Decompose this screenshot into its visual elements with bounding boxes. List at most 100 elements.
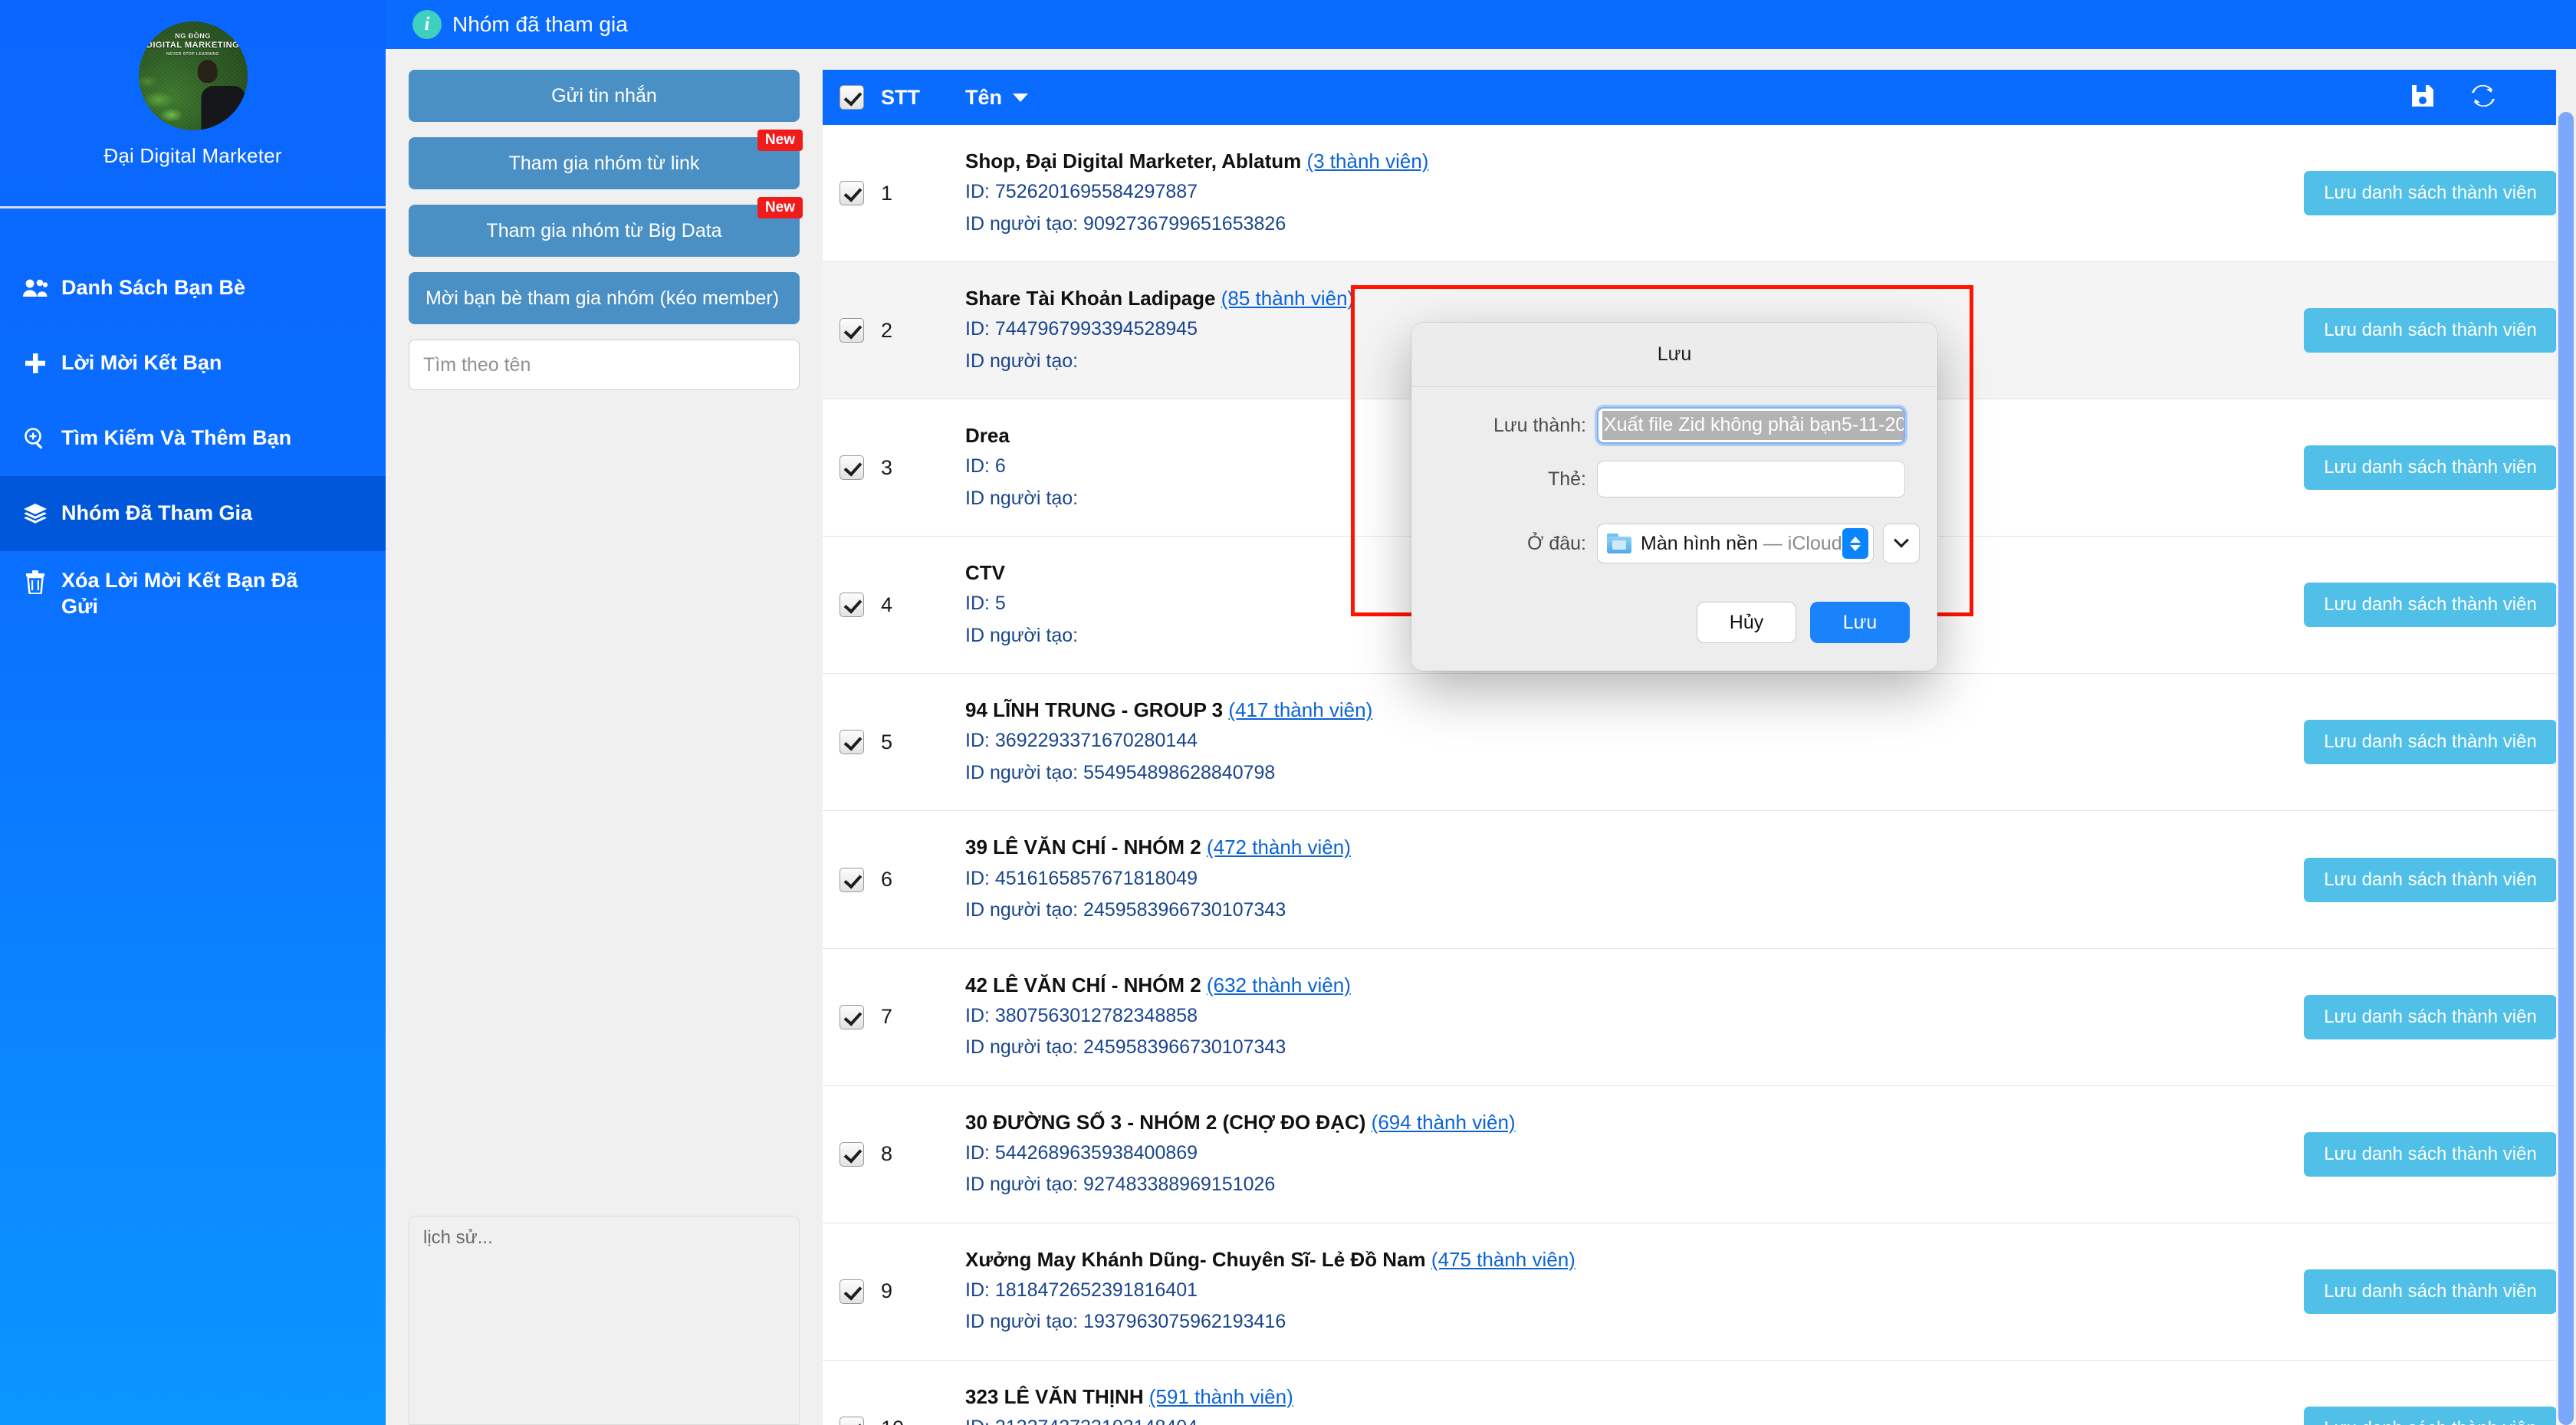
- table-body[interactable]: 1 Shop, Đại Digital Marketer, Ablatum (3…: [823, 125, 2576, 1425]
- table-row[interactable]: 7 42 LÊ VĂN CHÍ - NHÓM 2 (632 thành viên…: [823, 948, 2576, 1086]
- history-box[interactable]: lịch sử...: [409, 1216, 800, 1425]
- column-header-stt[interactable]: STT: [881, 86, 965, 110]
- cancel-button[interactable]: Hủy: [1697, 602, 1796, 643]
- group-members-link[interactable]: (85 thành viên): [1221, 287, 1354, 310]
- table-row[interactable]: 8 30 ĐƯỜNG SỐ 3 - NHÓM 2 (CHỢ ĐO ĐẠC) (6…: [823, 1085, 2576, 1223]
- app-root: NG ĐỒNG DIGITAL MARKETING NEVER STOP LEA…: [0, 0, 2576, 1425]
- row-checkbox[interactable]: [840, 455, 864, 481]
- table-row[interactable]: 1 Shop, Đại Digital Marketer, Ablatum (3…: [823, 125, 2576, 263]
- where-row: Ở đâu: Màn hình nền — iCloud: [1411, 524, 1920, 563]
- button-label: Tham gia nhóm từ Big Data: [486, 219, 722, 241]
- id-prefix: ID:: [965, 730, 990, 752]
- info-circle-icon: i: [412, 10, 442, 39]
- row-checkbox[interactable]: [840, 1416, 864, 1425]
- group-name: Shop, Đại Digital Marketer, Ablatum (3 t…: [965, 148, 2269, 175]
- updown-stepper-icon[interactable]: [1842, 528, 1868, 559]
- group-members-link[interactable]: (632 thành viên): [1207, 974, 1351, 997]
- row-index: 4: [881, 593, 893, 616]
- creator-prefix: ID người tạo:: [965, 350, 1079, 372]
- row-checkbox[interactable]: [840, 318, 864, 343]
- creator-id-value: 2459583966730107343: [1083, 1036, 1286, 1059]
- row-checkbox[interactable]: [840, 867, 864, 892]
- row-checkbox[interactable]: [840, 1004, 864, 1029]
- group-members-link[interactable]: (417 thành viên): [1228, 698, 1372, 721]
- row-checkbox[interactable]: [840, 730, 864, 755]
- row-checkbox-cell: [823, 949, 881, 1085]
- select-all-checkbox[interactable]: [840, 85, 864, 110]
- save-member-list-button[interactable]: Lưu danh sách thành viên: [2304, 994, 2557, 1039]
- row-checkbox-cell: [823, 125, 881, 261]
- group-members-link[interactable]: (472 thành viên): [1207, 836, 1351, 859]
- row-content: Xưởng May Khánh Dũng- Chuyên Sĩ- Lẻ Đồ N…: [965, 1223, 2285, 1360]
- group-name-text: Share Tài Khoản Ladipage: [965, 287, 1216, 310]
- avatar-person-head: [197, 60, 218, 83]
- invite-friends-button[interactable]: Mời bạn bè tham gia nhóm (kéo member): [409, 272, 800, 324]
- tag-field[interactable]: [1597, 461, 1905, 497]
- table-row[interactable]: 6 39 LÊ VĂN CHÍ - NHÓM 2 (472 thành viên…: [823, 811, 2576, 949]
- save-as-field[interactable]: Xuất file Zid không phải bạn5-11-20: [1597, 407, 1905, 444]
- column-header-name[interactable]: Tên: [965, 86, 2331, 110]
- sidebar-item-groups[interactable]: Nhóm Đã Tham Gia: [0, 476, 386, 551]
- group-name-text: Xưởng May Khánh Dũng- Chuyên Sĩ- Lẻ Đồ N…: [965, 1247, 1426, 1271]
- save-as-label: Lưu thành:: [1493, 414, 1586, 436]
- search-input[interactable]: [409, 340, 800, 390]
- sidebar-item-invites[interactable]: Lời Mời Kết Bạn: [0, 326, 386, 401]
- row-checkbox[interactable]: [840, 1141, 864, 1167]
- group-name: 42 LÊ VĂN CHÍ - NHÓM 2 (632 thành viên): [965, 972, 2269, 999]
- creator-prefix: ID người tạo:: [965, 212, 1079, 235]
- save-member-list-button[interactable]: Lưu danh sách thành viên: [2304, 445, 2557, 491]
- id-value: 3692293371670280144: [994, 730, 1198, 752]
- save-member-list-button[interactable]: Lưu danh sách thành viên: [2304, 1131, 2557, 1177]
- group-members-link[interactable]: (475 thành viên): [1431, 1248, 1576, 1271]
- group-id: ID: 3807563012782348858: [965, 1002, 2269, 1031]
- table-row[interactable]: 5 94 LĨNH TRUNG - GROUP 3 (417 thành viê…: [823, 674, 2576, 812]
- save-member-list-button[interactable]: Lưu danh sách thành viên: [2304, 1269, 2557, 1314]
- row-checkbox[interactable]: [840, 593, 864, 618]
- id-value: 2132743733103148404: [995, 1417, 1198, 1425]
- chevron-down-icon[interactable]: [1882, 524, 1920, 563]
- save-button[interactable]: Lưu: [1810, 602, 1910, 643]
- save-member-list-button[interactable]: Lưu danh sách thành viên: [2304, 308, 2557, 353]
- group-name: 323 LÊ VĂN THỊNH (591 thành viên): [965, 1384, 2269, 1410]
- sidebar-item-delete-invites[interactable]: Xóa Lời Mời Kết Bạn Đã Gửi: [0, 551, 386, 643]
- id-value: 1818472652391816401: [994, 1279, 1198, 1301]
- id-value: 3807563012782348858: [994, 1004, 1198, 1026]
- row-checkbox[interactable]: [840, 1279, 864, 1304]
- row-action-cell: Lưu danh sách thành viên: [2285, 811, 2576, 947]
- scrollbar-thumb[interactable]: [2558, 112, 2574, 1425]
- save-member-list-button[interactable]: Lưu danh sách thành viên: [2304, 720, 2557, 765]
- where-value: Màn hình nền — iCloud: [1641, 533, 1842, 555]
- where-select[interactable]: Màn hình nền — iCloud: [1597, 524, 1874, 563]
- sidebar-item-search-add[interactable]: Tìm Kiếm Và Thêm Bạn: [0, 401, 386, 476]
- save-member-list-button[interactable]: Lưu danh sách thành viên: [2304, 583, 2557, 628]
- save-member-list-button[interactable]: Lưu danh sách thành viên: [2304, 1406, 2557, 1425]
- where-location-suffix: — iCloud: [1763, 532, 1842, 554]
- group-members-link[interactable]: (3 thành viên): [1306, 149, 1428, 172]
- table-row[interactable]: 10 323 LÊ VĂN THỊNH (591 thành viên) ID:…: [823, 1360, 2576, 1425]
- row-index: 10: [881, 1361, 965, 1425]
- trash-icon: [21, 570, 49, 594]
- save-dialog[interactable]: Lưu Lưu thành: Xuất file Zid không phải …: [1411, 323, 1937, 671]
- table-header: STT Tên: [823, 70, 2576, 125]
- main-area: i Nhóm đã tham gia Gửi tin nhắn Tham gia…: [386, 0, 2576, 1425]
- vertical-scrollbar[interactable]: [2556, 70, 2576, 1425]
- row-content: 323 LÊ VĂN THỊNH (591 thành viên) ID: 21…: [965, 1361, 2285, 1425]
- join-from-link-button[interactable]: Tham gia nhóm từ link New: [409, 130, 803, 189]
- group-members-link[interactable]: (591 thành viên): [1149, 1385, 1293, 1408]
- sidebar-item-friends[interactable]: Danh Sách Bạn Bè: [0, 251, 386, 326]
- id-value: 6: [994, 455, 1006, 478]
- row-checkbox[interactable]: [840, 181, 864, 206]
- refresh-icon[interactable]: [2469, 83, 2497, 113]
- floppy-save-icon[interactable]: [2410, 83, 2436, 113]
- select-all-cell: [823, 85, 881, 110]
- row-index: 6: [881, 868, 893, 891]
- group-members-link[interactable]: (694 thành viên): [1372, 1111, 1516, 1134]
- table-row[interactable]: 9 Xưởng May Khánh Dũng- Chuyên Sĩ- Lẻ Đồ…: [823, 1223, 2576, 1361]
- save-member-list-button[interactable]: Lưu danh sách thành viên: [2304, 171, 2557, 216]
- join-from-bigdata-button[interactable]: Tham gia nhóm từ Big Data New: [409, 197, 803, 257]
- profile-block: NG ĐỒNG DIGITAL MARKETING NEVER STOP LEA…: [0, 0, 386, 208]
- save-member-list-button[interactable]: Lưu danh sách thành viên: [2304, 857, 2557, 902]
- top-bar: i Nhóm đã tham gia: [386, 0, 2576, 49]
- send-message-button[interactable]: Gửi tin nhắn: [409, 70, 800, 122]
- sidebar-item-label: Danh Sách Bạn Bè: [61, 276, 246, 300]
